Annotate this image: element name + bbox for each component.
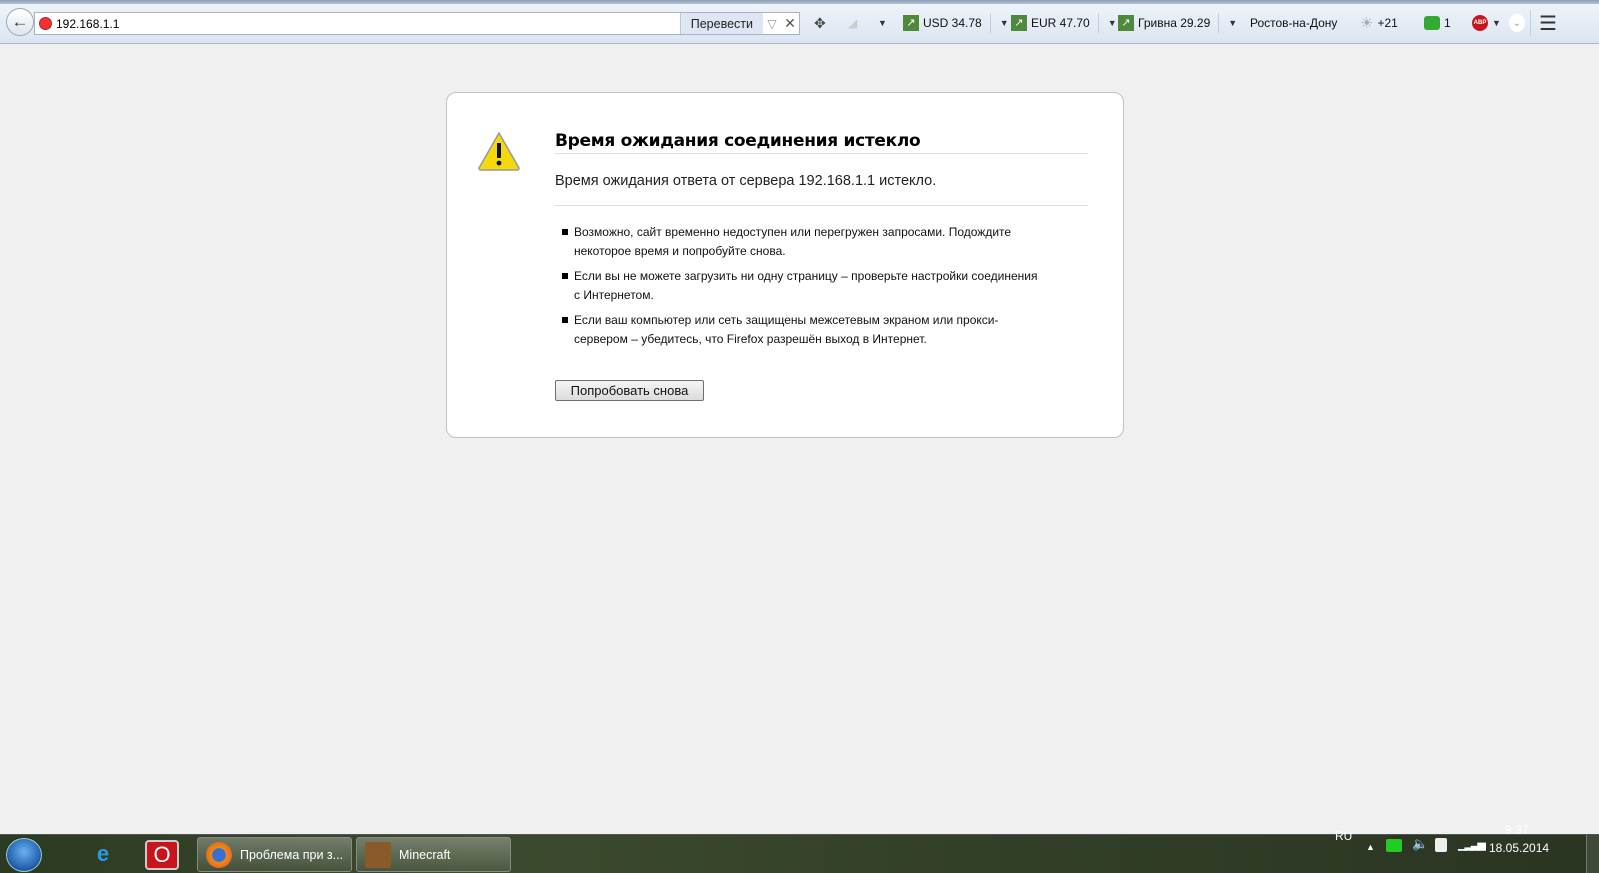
chevron-down-icon[interactable]: ▼ xyxy=(878,14,887,32)
eur-rate[interactable]: ↗ EUR 47.70 ▼ xyxy=(1011,13,1117,33)
volume-icon[interactable]: 🔈 xyxy=(1412,836,1428,852)
language-indicator[interactable]: RU xyxy=(1335,829,1352,843)
sync-check-icon[interactable] xyxy=(1386,839,1402,852)
translate-button[interactable]: Перевести xyxy=(679,13,763,34)
adblock-button[interactable]: ABP ▼ xyxy=(1472,14,1501,32)
move-icon[interactable]: ✥ xyxy=(814,14,826,32)
signal-icon: ◢ xyxy=(848,16,858,30)
firefox-icon xyxy=(206,841,232,868)
error-description: Время ожидания ответа от сервера 192.168… xyxy=(555,173,937,189)
opera-icon[interactable]: O xyxy=(145,840,179,870)
dropdown-icon[interactable]: ▽ xyxy=(763,17,781,31)
sun-icon: ☀ xyxy=(1360,15,1374,32)
task-firefox[interactable]: Проблема при з... xyxy=(197,837,352,872)
divider xyxy=(555,205,1088,206)
weather-widget[interactable]: ☀ +21 xyxy=(1360,14,1398,32)
minecraft-icon xyxy=(365,841,391,868)
list-item: Если вы не можете загрузить ни одну стра… xyxy=(560,267,1040,305)
chart-icon: ↗ xyxy=(903,15,919,31)
mail-icon xyxy=(1424,16,1440,30)
menu-icon[interactable]: ☰ xyxy=(1539,13,1557,35)
city-weather-link[interactable]: Ростов-на-Дону xyxy=(1250,14,1337,32)
clock-date[interactable]: 18.05.2014 xyxy=(1489,841,1549,855)
suggestion-list: Возможно, сайт временно недоступен или п… xyxy=(560,223,1040,355)
divider xyxy=(555,153,1088,154)
adblock-icon: ABP xyxy=(1472,15,1488,31)
mail-widget[interactable]: 1 xyxy=(1424,14,1451,32)
internet-explorer-icon[interactable]: e xyxy=(83,838,123,870)
back-button[interactable]: ← xyxy=(6,8,34,36)
url-text[interactable]: 192.168.1.1 xyxy=(56,17,680,31)
uah-rate[interactable]: ↗ Гривна 29.29 ▼ xyxy=(1118,13,1237,33)
list-item: Если ваш компьютер или сеть защищены меж… xyxy=(560,311,1040,349)
close-icon[interactable]: ✕ xyxy=(781,15,799,32)
url-bar[interactable]: 192.168.1.1 Перевести ▽ ✕ xyxy=(34,12,800,35)
list-item: Возможно, сайт временно недоступен или п… xyxy=(560,223,1040,261)
toolbar-divider xyxy=(1530,10,1531,36)
error-title: Время ожидания соединения истекло xyxy=(555,131,921,151)
show-hidden-icons[interactable]: ▲ xyxy=(1366,842,1375,852)
task-minecraft[interactable]: Minecraft xyxy=(356,837,511,872)
start-button[interactable] xyxy=(6,838,42,872)
chart-icon: ↗ xyxy=(1118,15,1134,31)
chevron-down-icon[interactable]: ⌄ xyxy=(1509,14,1525,32)
power-icon[interactable] xyxy=(1435,838,1447,852)
chart-icon: ↗ xyxy=(1011,15,1027,31)
show-desktop-button[interactable] xyxy=(1586,835,1599,873)
warning-icon xyxy=(478,131,520,171)
usd-rate[interactable]: ↗ USD 34.78 ▼ xyxy=(903,13,1009,33)
network-icon[interactable]: ▁▂▃▅ xyxy=(1458,838,1486,851)
arrow-left-icon: ← xyxy=(11,12,29,31)
clock-time[interactable]: 9:37 xyxy=(1505,823,1528,837)
site-error-icon xyxy=(39,17,52,30)
retry-button[interactable]: Попробовать снова xyxy=(555,380,704,401)
